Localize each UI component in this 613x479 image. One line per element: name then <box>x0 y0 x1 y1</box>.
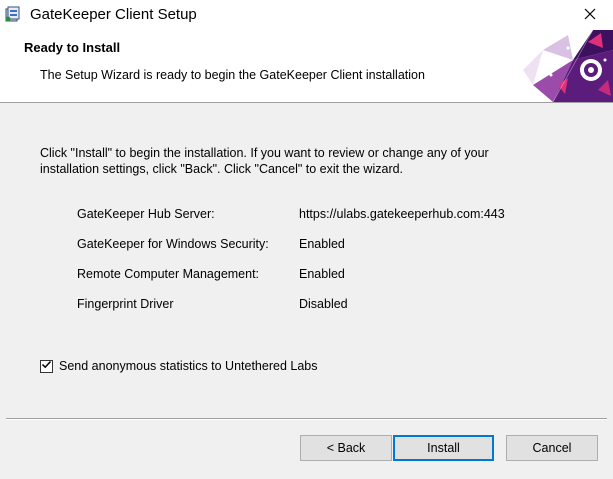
summary-label: GateKeeper for Windows Security: <box>77 237 269 251</box>
statistics-checkbox[interactable]: Send anonymous statistics to Untethered … <box>40 359 317 373</box>
banner-logo-graphic <box>513 29 613 103</box>
button-divider <box>6 418 607 420</box>
summary-value: https://ulabs.gatekeeperhub.com:443 <box>299 207 505 221</box>
summary-row-windows-security: GateKeeper for Windows Security: Enabled <box>77 237 557 253</box>
install-button[interactable]: Install <box>393 435 494 461</box>
summary-value: Enabled <box>299 237 345 251</box>
summary-row-fingerprint-driver: Fingerprint Driver Disabled <box>77 297 557 313</box>
summary-value: Enabled <box>299 267 345 281</box>
statistics-checkbox-box[interactable] <box>40 359 53 373</box>
page-subtitle: The Setup Wizard is ready to begin the G… <box>40 68 425 82</box>
installer-package-icon <box>4 5 22 23</box>
setup-window: GateKeeper Client Setup Ready to Install… <box>0 0 613 479</box>
close-icon <box>584 8 596 23</box>
page-title: Ready to Install <box>24 40 121 55</box>
summary-label: Remote Computer Management: <box>77 267 260 281</box>
header-banner: Ready to Install The Setup Wizard is rea… <box>0 29 613 103</box>
instructions-line-2: installation settings, click "Back". Cli… <box>40 162 404 176</box>
back-button[interactable]: < Back <box>300 435 392 461</box>
instructions-line-1: Click "Install" to begin the installatio… <box>40 146 489 160</box>
close-button[interactable] <box>567 0 613 30</box>
instructions-text: Click "Install" to begin the installatio… <box>40 145 560 177</box>
summary-value: Disabled <box>299 297 348 311</box>
summary-row-hub-server: GateKeeper Hub Server: https://ulabs.gat… <box>77 207 557 223</box>
summary-row-remote-management: Remote Computer Management: Enabled <box>77 267 557 283</box>
title-bar: GateKeeper Client Setup <box>0 0 613 30</box>
statistics-checkbox-label[interactable]: Send anonymous statistics to Untethered … <box>59 359 317 373</box>
summary-label: Fingerprint Driver <box>77 297 174 311</box>
summary-label: GateKeeper Hub Server: <box>77 207 215 221</box>
checkmark-icon <box>41 359 52 373</box>
cancel-button[interactable]: Cancel <box>506 435 598 461</box>
window-title: GateKeeper Client Setup <box>30 6 197 23</box>
